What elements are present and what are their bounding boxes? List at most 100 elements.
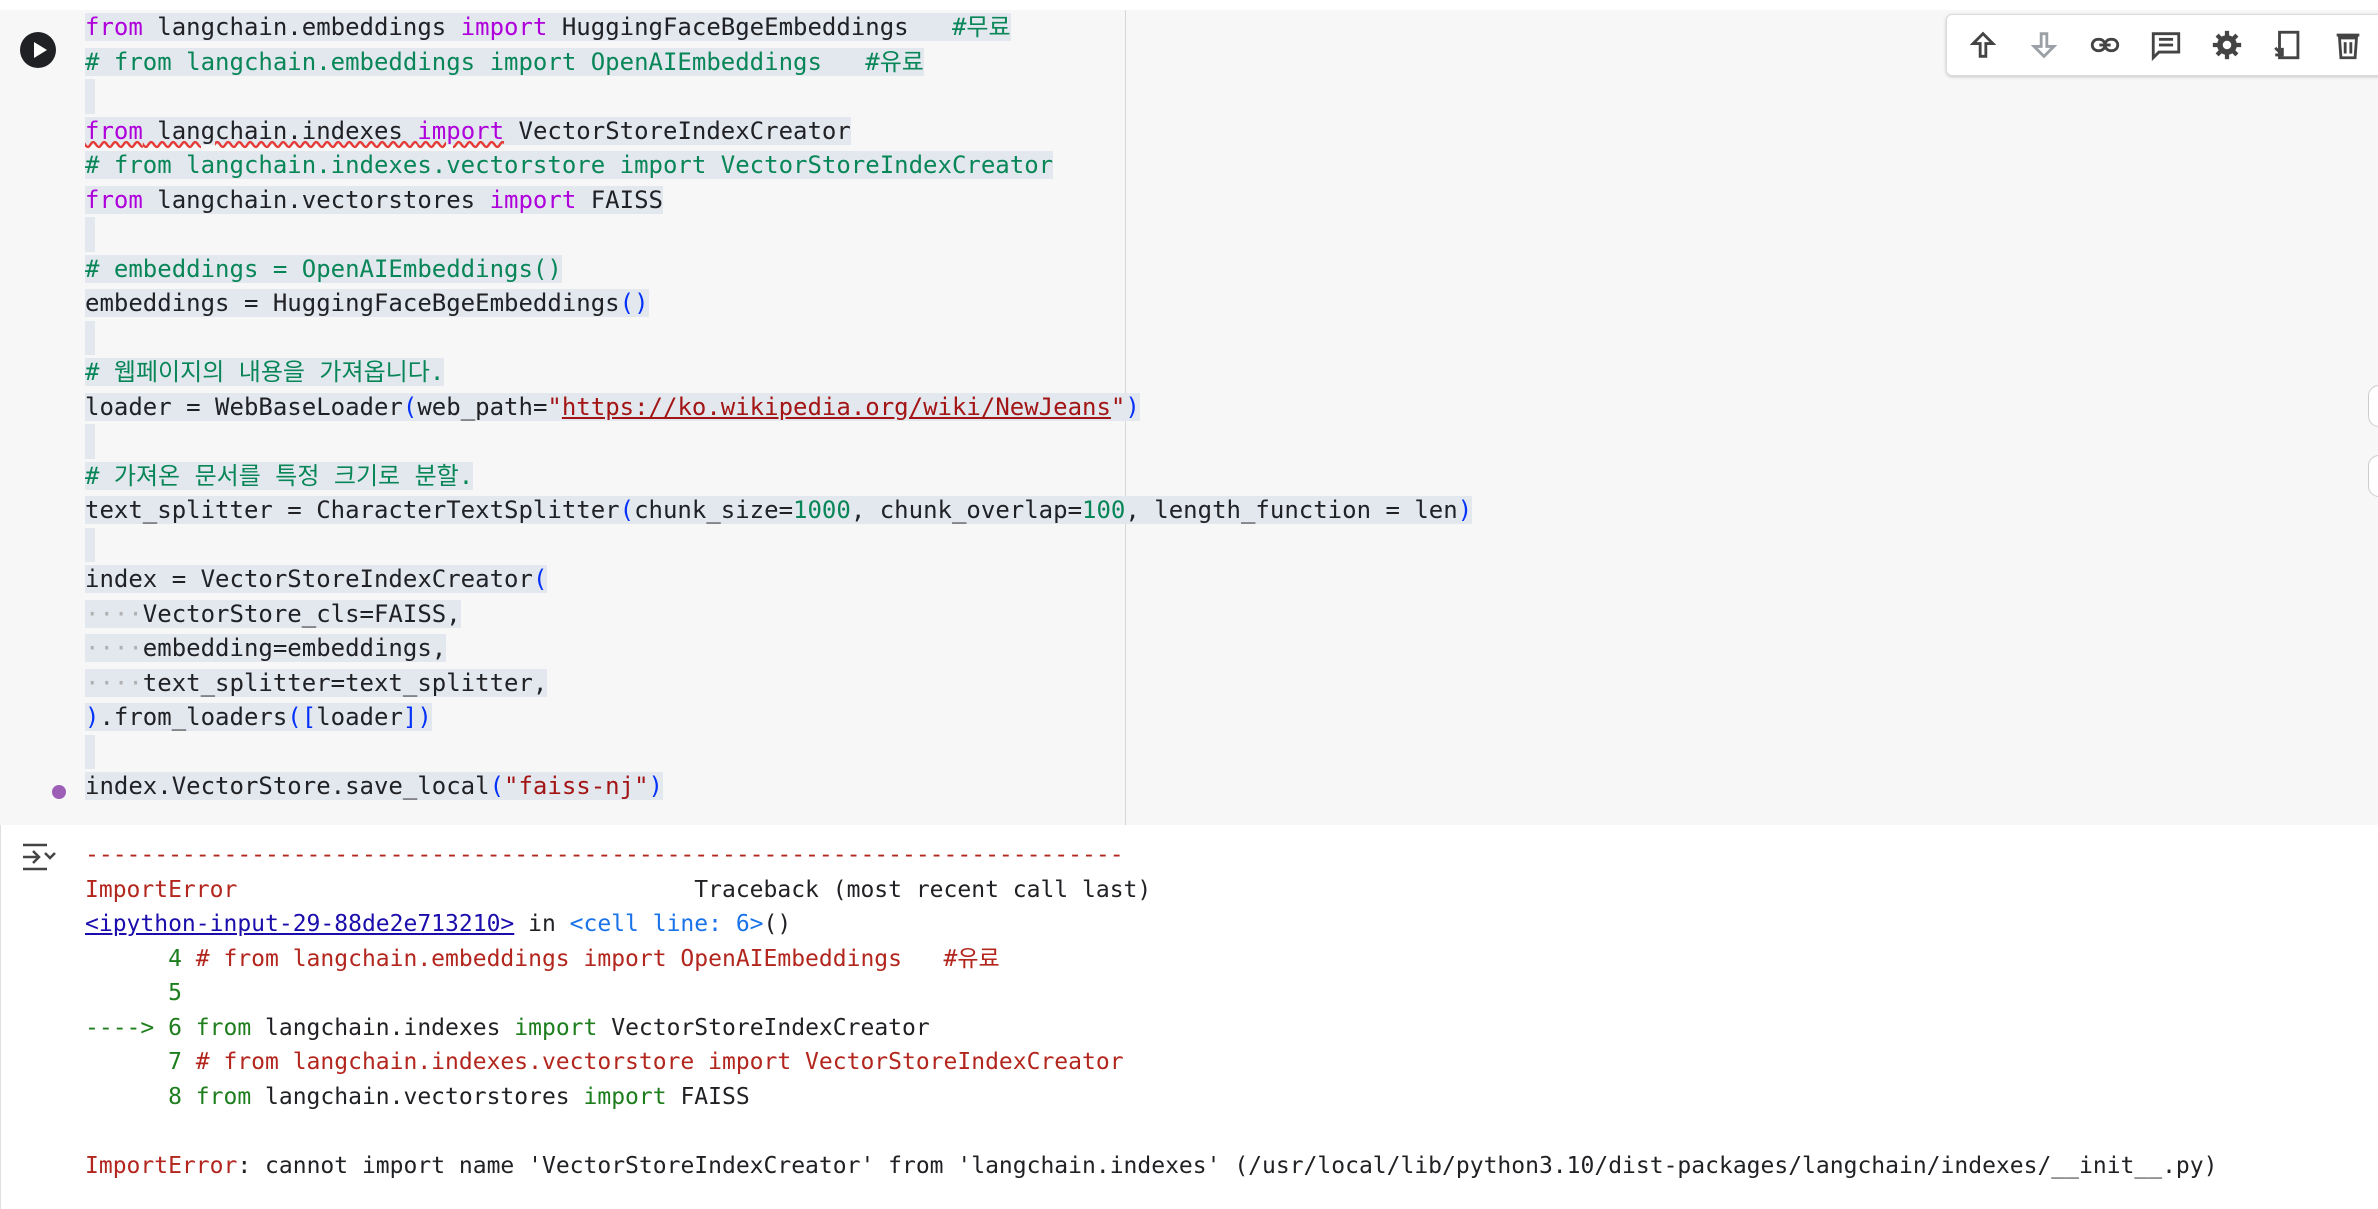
code-line: # from langchain.indexes.vectorstore imp…	[85, 148, 1472, 183]
code-token: 7	[85, 1049, 196, 1075]
code-token: text_splitter=text_splitter,	[142, 668, 548, 697]
code-line: loader = WebBaseLoader(web_path="https:/…	[85, 390, 1472, 425]
output-line: 8 from langchain.vectorstores import FAI…	[85, 1081, 2217, 1116]
code-token: in	[514, 911, 570, 937]
code-token: # from langchain.indexes.vectorstore imp…	[85, 151, 1054, 179]
code-token: embedding=embeddings,	[142, 634, 447, 662]
code-token: # 가져온 문서를 특정 크기로 분할.	[85, 461, 474, 490]
output-line: ImportError Traceback (most recent call …	[85, 874, 2217, 909]
code-line: ····text_splitter=text_splitter,	[85, 666, 1472, 701]
code-token: import	[417, 116, 505, 145]
code-token: ····	[85, 634, 143, 662]
code-token: HuggingFaceBgeEmbeddings	[547, 13, 952, 41]
output-line: 7 # from langchain.indexes.vectorstore i…	[85, 1046, 2217, 1081]
code-line: index = VectorStoreIndexCreator(	[85, 562, 1472, 597]
code-token: FAISS	[576, 185, 663, 214]
code-token: chunk_size=	[634, 496, 794, 524]
code-editor[interactable]: from langchain.embeddings import Hugging…	[85, 10, 1473, 804]
code-token: https://ko.wikipedia.org/wiki/NewJeans	[561, 392, 1111, 421]
code-token: loader = WebBaseLoader	[85, 392, 403, 421]
code-token: ])	[402, 703, 432, 731]
code-line	[85, 217, 1472, 252]
code-token: "	[1110, 392, 1126, 421]
code-token: , chunk_overlap=	[850, 496, 1083, 524]
code-token: (	[532, 565, 548, 593]
code-token: <ipython-input-29-88de2e713210>	[85, 911, 515, 937]
code-token: # from langchain.indexes.vectorstore imp…	[195, 1049, 1124, 1075]
code-token: loader	[316, 703, 403, 731]
output-line: <ipython-input-29-88de2e713210> in <cell…	[85, 908, 2217, 943]
code-line	[85, 734, 1472, 769]
output-line: ----> 6 from langchain.indexes import Ve…	[85, 1012, 2217, 1047]
code-token: langchain.vectorstores	[251, 1083, 584, 1110]
output-line: 5	[85, 977, 2217, 1012]
code-line: ).from_loaders([loader])	[85, 700, 1472, 735]
code-line	[85, 79, 1472, 114]
code-token: ImportError	[85, 1152, 238, 1179]
mirror-cell-icon[interactable]	[2268, 25, 2308, 65]
code-token: 100	[1082, 496, 1126, 524]
code-token: (	[402, 392, 418, 421]
move-down-icon[interactable]	[2024, 25, 2064, 65]
code-token: text_splitter = CharacterTextSplitter	[85, 496, 620, 524]
code-token: ()	[763, 911, 792, 937]
code-token: embeddings = HuggingFaceBgeEmbeddings	[85, 289, 620, 317]
code-token: ····	[85, 599, 143, 628]
code-token: , length_function = len	[1125, 496, 1458, 524]
code-line: from langchain.embeddings import Hugging…	[85, 10, 1472, 45]
code-token: langchain.indexes	[142, 116, 418, 145]
code-token: #무료	[951, 13, 1011, 41]
code-token: import	[514, 1014, 598, 1041]
link-icon[interactable]	[2085, 25, 2125, 65]
comment-icon[interactable]	[2146, 25, 2186, 65]
code-token: from	[85, 116, 143, 145]
code-line: embeddings = HuggingFaceBgeEmbeddings()	[85, 286, 1472, 321]
code-token: FAISS	[666, 1083, 750, 1110]
code-token: langchain.indexes	[251, 1014, 515, 1041]
code-token: <cell line: 6>	[569, 911, 764, 937]
code-token: ----------------------------------------…	[85, 842, 1124, 868]
output-line: ImportError: cannot import name 'VectorS…	[85, 1150, 2217, 1185]
code-line: ····embedding=embeddings,	[85, 631, 1472, 666]
cell-gutter	[0, 10, 80, 825]
code-token: .from_loaders	[99, 703, 288, 731]
output-line: ----------------------------------------…	[85, 839, 2217, 874]
code-token: import	[583, 1083, 667, 1110]
code-token: VectorStore_cls=FAISS,	[142, 599, 461, 628]
code-line	[85, 424, 1472, 459]
code-token: )	[85, 703, 100, 731]
code-token: "	[547, 392, 562, 421]
scroll-handle[interactable]	[2368, 385, 2378, 427]
output-actions-icon[interactable]	[21, 839, 57, 875]
code-token: from	[85, 13, 143, 41]
code-token: ()	[619, 289, 649, 317]
move-up-icon[interactable]	[1963, 25, 2003, 65]
code-token: (	[619, 496, 635, 524]
code-token: import	[460, 13, 548, 41]
code-token: 4	[85, 945, 196, 972]
code-token: from	[195, 1014, 252, 1041]
code-token: 8	[85, 1083, 196, 1110]
code-token: langchain.vectorstores	[142, 185, 490, 214]
code-token: index.VectorStore.save_local	[85, 772, 490, 800]
code-line: text_splitter = CharacterTextSplitter(ch…	[85, 493, 1473, 528]
code-line: ····VectorStore_cls=FAISS,	[85, 597, 1472, 632]
code-line: from langchain.vectorstores import FAISS	[85, 183, 1472, 218]
run-cell-button[interactable]	[20, 32, 56, 68]
code-token: import	[489, 185, 577, 214]
error-traceback: ----------------------------------------…	[85, 839, 2217, 1184]
code-token: # 웹페이지의 내용을 가져옵니다.	[85, 358, 445, 386]
delete-icon[interactable]	[2328, 25, 2368, 65]
code-token: Traceback (most recent call last)	[237, 876, 1152, 903]
scroll-handle[interactable]	[2368, 455, 2378, 497]
settings-icon[interactable]	[2207, 25, 2247, 65]
code-token: # from langchain.embeddings import OpenA…	[85, 47, 924, 76]
code-token: ····	[85, 668, 143, 697]
code-cell[interactable]: from langchain.embeddings import Hugging…	[0, 10, 2378, 825]
cell-toolbar	[1946, 14, 2378, 76]
code-line	[85, 320, 1472, 355]
code-token: langchain.embeddings	[142, 13, 461, 41]
code-token: from	[85, 185, 143, 214]
code-token: # embeddings = OpenAIEmbeddings()	[85, 254, 562, 283]
code-token: : cannot import name 'VectorStoreIndexCr…	[237, 1152, 2218, 1179]
